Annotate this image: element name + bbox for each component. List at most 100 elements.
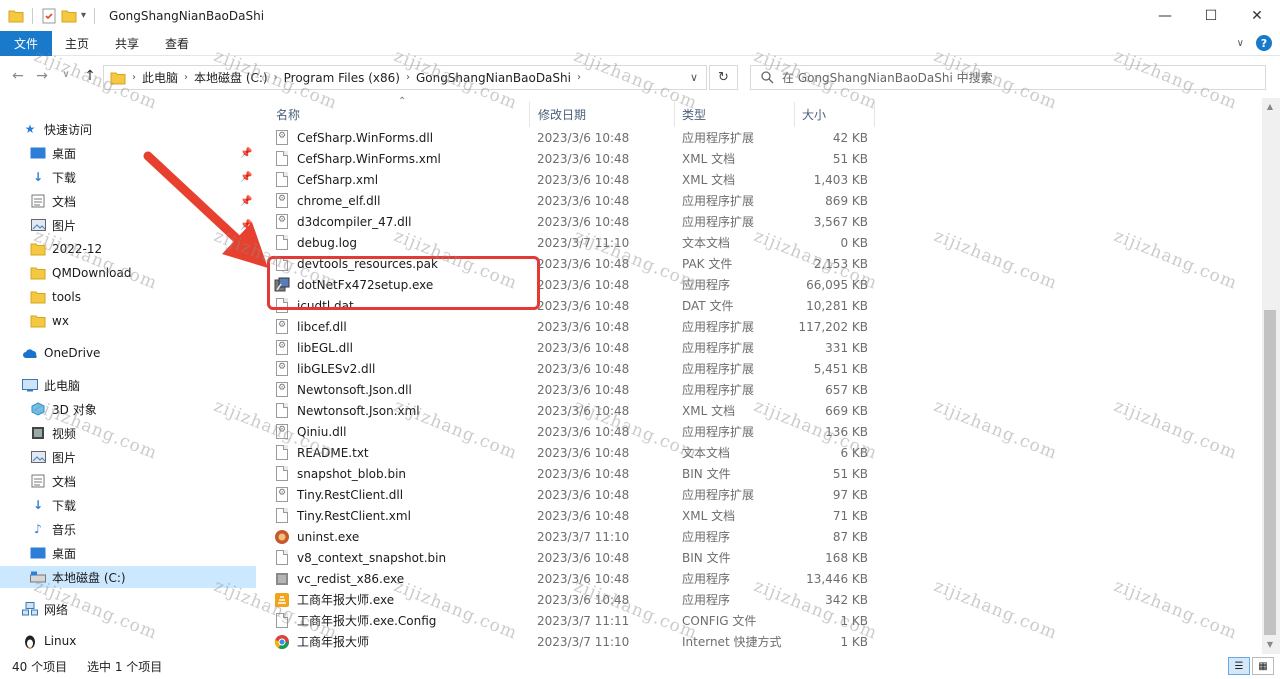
sidebar-item-documents[interactable]: 文档 📌 [0,190,256,212]
file-name-cell[interactable]: debug.log [274,235,357,251]
sidebar-item-3d-objects[interactable]: 3D 对象 [0,398,256,420]
file-row[interactable]: libcef.dll 2023/3/6 10:48 应用程序扩展 117,202 KB [266,316,1262,337]
search-input[interactable]: 在 GongShangNianBaoDaShi 中搜索 [782,69,993,86]
sidebar-item-this-pc[interactable]: 此电脑 [0,374,256,396]
file-row[interactable]: uninst.exe 2023/3/7 11:10 应用程序 87 KB [266,526,1262,547]
sidebar-item-tools[interactable]: tools [0,286,256,308]
sidebar-item-onedrive[interactable]: OneDrive [0,342,256,364]
up-arrow-icon[interactable]: ↑ [78,68,102,84]
file-name-cell[interactable]: libEGL.dll [274,340,353,356]
column-divider[interactable] [874,102,875,127]
column-header-type[interactable]: 类型 [682,106,706,123]
sidebar-item-qmdownload[interactable]: QMDownload [0,262,256,284]
file-row[interactable]: chrome_elf.dll 2023/3/6 10:48 应用程序扩展 869 KB [266,190,1262,211]
refresh-button[interactable]: ↻ [709,65,738,90]
new-folder-icon[interactable] [61,9,77,23]
file-name-cell[interactable]: d3dcompiler_47.dll [274,214,411,230]
pin-icon[interactable]: 📌 [240,196,252,207]
column-header-size[interactable]: 大小 [802,106,826,123]
address-bar[interactable]: › 此电脑 › 本地磁盘 (C:) › Program Files (x86) … [103,65,707,90]
sidebar-item-desktop[interactable]: 桌面 📌 [0,142,256,164]
file-row[interactable]: v8_context_snapshot.bin 2023/3/6 10:48 BIN… [266,547,1262,568]
file-name-cell[interactable]: README.txt [274,445,369,461]
file-row[interactable]: Tiny.RestClient.dll 2023/3/6 10:48 应用程序扩展 9… [266,484,1262,505]
sidebar-item-pictures[interactable]: 图片 📌 [0,214,256,236]
sidebar-item-music[interactable]: ♪ 音乐 [0,518,256,540]
file-name-cell[interactable]: libGLESv2.dll [274,361,375,377]
file-name-cell[interactable]: Tiny.RestClient.xml [274,508,411,524]
file-row[interactable]: CefSharp.WinForms.xml 2023/3/6 10:48 XML 文… [266,148,1262,169]
file-row[interactable]: 工商年报大师 2023/3/7 11:10 Internet 快捷方式 1 KB [266,631,1262,652]
file-name-cell[interactable]: CefSharp.WinForms.dll [274,130,433,146]
breadcrumb-this-pc[interactable]: 此电脑 [136,69,184,86]
sidebar-item-pc-downloads[interactable]: ↓ 下载 [0,494,256,516]
close-button[interactable]: ✕ [1234,0,1280,31]
sidebar-item-downloads[interactable]: ↓ 下载 📌 [0,166,256,188]
file-name-cell[interactable]: chrome_elf.dll [274,193,380,209]
file-name-cell[interactable]: Qiniu.dll [274,424,346,440]
sidebar-item-pc-pictures[interactable]: 图片 [0,446,256,468]
chevron-right-icon[interactable]: › [577,72,581,83]
file-row[interactable]: libEGL.dll 2023/3/6 10:48 应用程序扩展 331 KB [266,337,1262,358]
scroll-down-arrow-icon[interactable]: ▼ [1262,640,1278,649]
column-header-name[interactable]: 名称 [276,106,300,123]
column-header-date[interactable]: 修改日期 [538,106,586,123]
file-name-cell[interactable]: v8_context_snapshot.bin [274,550,446,566]
file-name-cell[interactable]: CefSharp.xml [274,172,378,188]
file-name-cell[interactable]: Tiny.RestClient.dll [274,487,403,503]
large-icons-view-icon[interactable]: ▦ [1252,657,1274,675]
sidebar-item-2022-12[interactable]: 2022-12 [0,238,256,260]
file-row[interactable]: Tiny.RestClient.xml 2023/3/6 10:48 XML 文档 7… [266,505,1262,526]
file-name-cell[interactable]: Newtonsoft.Json.dll [274,382,412,398]
properties-icon[interactable] [41,8,57,24]
sidebar-item-pc-desktop[interactable]: 桌面 [0,542,256,564]
file-row[interactable]: debug.log 2023/3/7 11:10 文本文档 0 KB [266,232,1262,253]
tab-view[interactable]: 查看 [152,31,202,56]
file-row[interactable]: CefSharp.WinForms.dll 2023/3/6 10:48 应用程序扩… [266,127,1262,148]
tab-file[interactable]: 文件 [0,30,52,56]
recent-locations-icon[interactable]: ∨ [54,69,78,80]
tab-home[interactable]: 主页 [52,31,102,56]
expand-ribbon-icon[interactable]: ∨ [1237,38,1244,49]
customize-toolbar-icon[interactable]: ▾ [81,10,86,21]
file-name-cell[interactable]: uninst.exe [274,529,359,545]
tab-share[interactable]: 共享 [102,31,152,56]
scrollbar-thumb[interactable] [1264,310,1276,635]
file-name-cell[interactable]: libcef.dll [274,319,347,335]
column-divider[interactable] [794,102,795,127]
pin-icon[interactable]: 📌 [240,220,252,231]
file-name-cell[interactable]: Newtonsoft.Json.xml [274,403,420,419]
maximize-button[interactable]: ☐ [1188,0,1234,31]
file-name-cell[interactable]: 工商年报大师.exe [274,591,394,608]
breadcrumb-program-files[interactable]: Program Files (x86) [278,71,406,85]
file-name-cell[interactable]: 工商年报大师.exe.Config [274,612,436,629]
file-name-cell[interactable]: vc_redist_x86.exe [274,571,404,587]
file-row[interactable]: libGLESv2.dll 2023/3/6 10:48 应用程序扩展 5,451 K… [266,358,1262,379]
file-row[interactable]: Newtonsoft.Json.xml 2023/3/6 10:48 XML 文档 6… [266,400,1262,421]
file-row[interactable]: CefSharp.xml 2023/3/6 10:48 XML 文档 1,403 KB [266,169,1262,190]
folder-icon[interactable] [8,9,24,23]
column-divider[interactable] [674,102,675,127]
file-row[interactable]: 工商年报大师.exe 2023/3/6 10:48 应用程序 342 KB [266,589,1262,610]
pin-icon[interactable]: 📌 [240,148,252,159]
sidebar-item-local-disk[interactable]: 本地磁盘 (C:) [0,566,256,588]
sidebar-item-linux[interactable]: Linux [0,630,256,652]
breadcrumb-current-folder[interactable]: GongShangNianBaoDaShi [410,71,577,85]
file-name-cell[interactable]: CefSharp.WinForms.xml [274,151,441,167]
sidebar-item-videos[interactable]: 视频 [0,422,256,444]
column-divider[interactable] [529,102,530,127]
vertical-scrollbar[interactable]: ▲ ▼ [1262,98,1280,654]
file-row[interactable]: snapshot_blob.bin 2023/3/6 10:48 BIN 文件 51 … [266,463,1262,484]
forward-arrow-icon[interactable]: → [30,68,54,84]
file-row[interactable]: README.txt 2023/3/6 10:48 文本文档 6 KB [266,442,1262,463]
sidebar-item-network[interactable]: 网络 [0,598,256,620]
file-name-cell[interactable]: 工商年报大师 [274,633,369,650]
file-row[interactable]: d3dcompiler_47.dll 2023/3/6 10:48 应用程序扩展 3,… [266,211,1262,232]
file-name-cell[interactable]: snapshot_blob.bin [274,466,406,482]
minimize-button[interactable]: — [1142,0,1188,31]
pin-icon[interactable]: 📌 [240,172,252,183]
file-row[interactable]: 工商年报大师.exe.Config 2023/3/7 11:11 CONFIG 文件… [266,610,1262,631]
details-view-icon[interactable]: ☰ [1228,657,1250,675]
chevron-down-icon[interactable]: ∨ [690,71,698,84]
file-row[interactable]: vc_redist_x86.exe 2023/3/6 10:48 应用程序 13,44… [266,568,1262,589]
